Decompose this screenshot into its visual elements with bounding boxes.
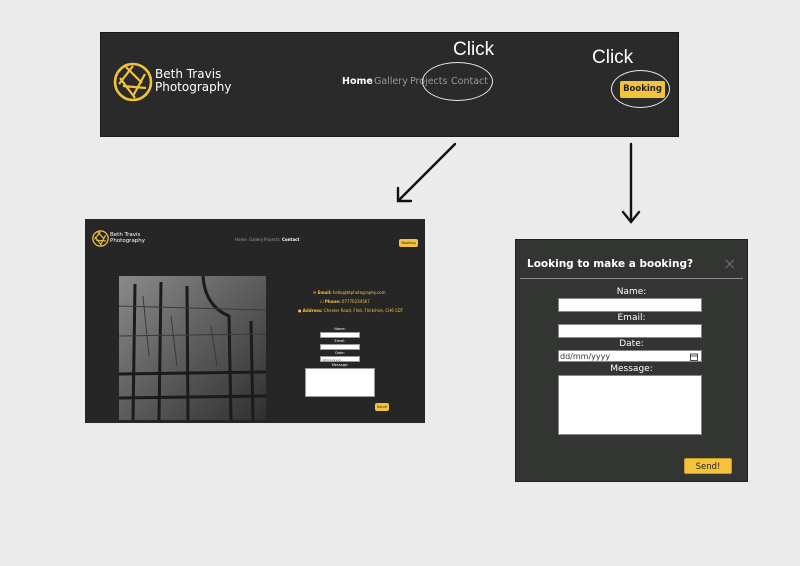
brand-line2: Photography [110,238,146,244]
modal-divider [520,278,743,279]
map-pin-icon: ● [298,308,302,313]
form-email-label: Email: [334,339,346,343]
form-name-label: Name: [334,327,346,331]
nav-contact[interactable]: Contact [282,237,299,242]
date-placeholder: dd/mm/yyyy [560,352,611,361]
modal-title: Looking to make a booking? [527,258,694,270]
arrow-to-contact-page [398,142,457,201]
nav-projects[interactable]: Projects [264,237,280,242]
form-send-button[interactable]: Send! [375,403,389,411]
modal-name-label: Name: [616,287,647,297]
booking-modal-screenshot: Looking to make a booking? × Name: Email… [515,239,748,482]
form-name-input[interactable] [320,332,360,338]
phone-value[interactable]: 07770234567 [342,299,370,304]
email-info: ✉ Email: hello@btphotography.com [313,290,386,295]
contact-page-screenshot: Beth Travis Photography Home Gallery Pro… [85,219,425,423]
email-label: Email: [317,290,332,295]
form-date-label: Date: [335,351,345,355]
modal-message-label: Message: [610,364,653,374]
modal-send-button[interactable]: Send! [684,458,732,474]
calendar-icon[interactable] [690,353,698,361]
mail-icon: ✉ [313,290,317,295]
address-label: Address: [302,308,323,313]
modal-message-textarea[interactable] [558,375,702,435]
modal-email-input[interactable] [558,324,702,338]
modal-date-label: Date: [619,339,644,349]
modal-date-input[interactable]: dd/mm/yyyy [558,350,702,362]
contact-photo [119,276,266,420]
aperture-logo-icon [92,230,109,247]
phone-label: Phone: [324,299,341,304]
nav-gallery[interactable]: Gallery [249,237,263,242]
address-value: Chester Road, Flint, Flintshire, CH6 5DT [323,308,404,313]
form-email-input[interactable] [320,344,360,350]
nav-home[interactable]: Home [235,237,247,242]
form-message-label: Message: [331,363,349,367]
modal-email-label: Email: [617,313,646,323]
modal-name-input[interactable] [558,298,702,312]
form-message-textarea[interactable] [305,368,375,397]
phone-icon: ☐ [320,299,324,304]
close-icon[interactable]: × [723,254,736,273]
phone-info: ☐ Phone: 07770234567 [320,299,370,304]
form-date-input[interactable]: dd/mm/yyyy [320,356,360,362]
address-info: ● Address: Chester Road, Flint, Flintshi… [298,308,403,313]
email-value[interactable]: hello@btphotography.com [333,290,386,295]
booking-button[interactable]: Booking [399,239,418,247]
